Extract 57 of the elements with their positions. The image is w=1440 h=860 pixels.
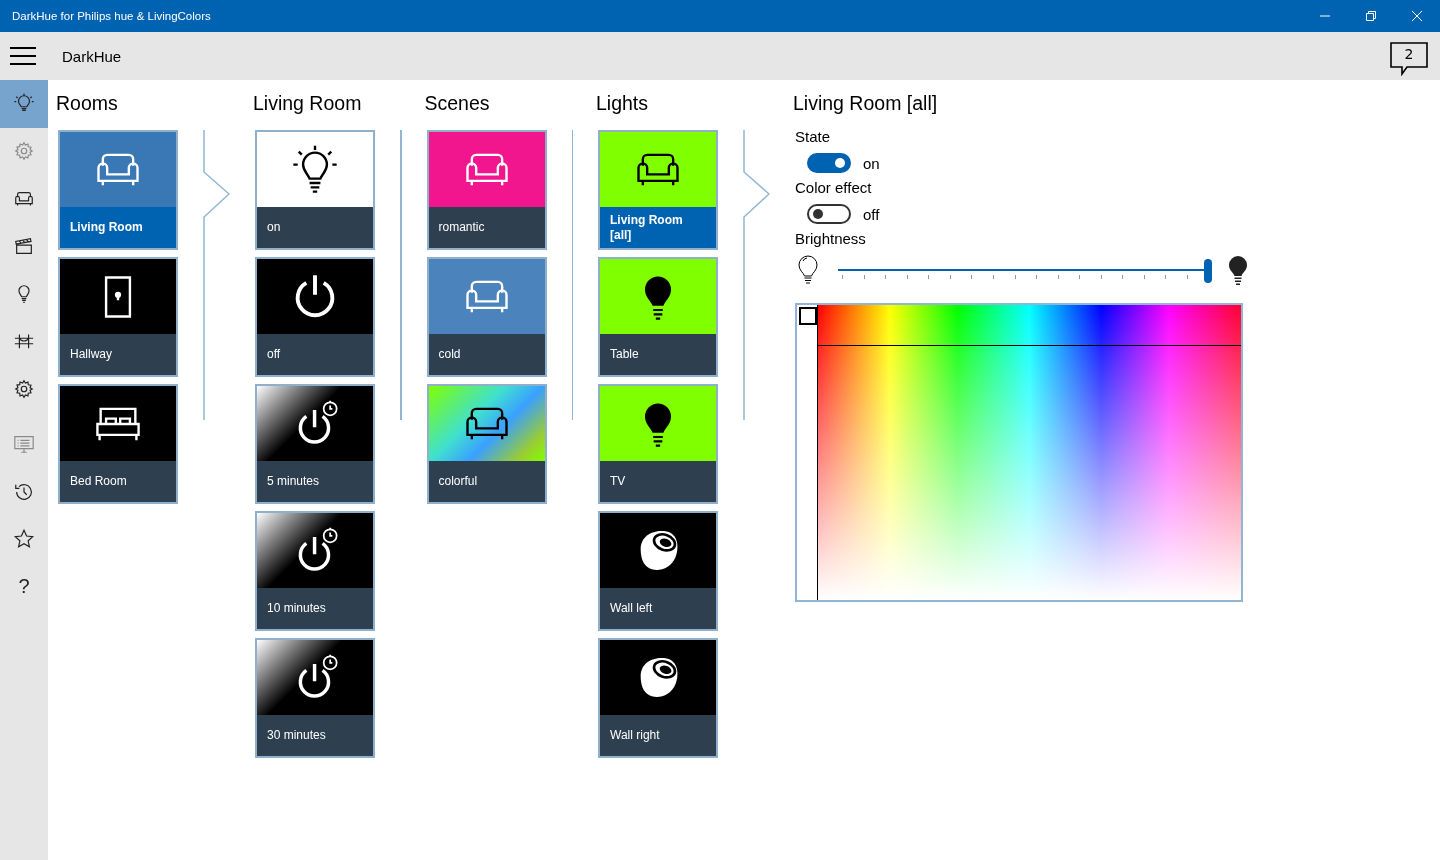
tile-label: 5 minutes <box>267 474 320 489</box>
tile-label: 30 minutes <box>267 728 326 743</box>
tile-label: Wall right <box>610 728 660 743</box>
tile[interactable]: 30 minutes <box>255 638 375 758</box>
tile[interactable]: Bed Room <box>58 384 178 504</box>
tile[interactable]: Wall right <box>598 638 718 758</box>
details-title: Living Room [all] <box>793 92 939 116</box>
tile[interactable]: Living Room <box>58 130 178 250</box>
state-toggle[interactable] <box>807 153 851 173</box>
tile[interactable]: Wall left <box>598 511 718 631</box>
tile-label: Living Room <box>70 220 143 235</box>
column-title: Scenes <box>424 92 491 116</box>
tile[interactable]: 5 minutes <box>255 384 375 504</box>
monitor-list-icon <box>13 433 35 456</box>
tile-label: off <box>267 347 281 362</box>
app-title: DarkHue <box>62 47 123 65</box>
column-title: Rooms <box>56 92 119 116</box>
star-icon <box>13 528 35 551</box>
tile[interactable]: colorful <box>426 384 547 504</box>
tile-label: colorful <box>438 474 478 489</box>
window-title: DarkHue for Philips hue & LivingColors <box>12 10 211 22</box>
tile-label: Bed Room <box>70 474 127 489</box>
toggle-text: off <box>863 205 880 223</box>
field-label: Brightness <box>795 230 867 247</box>
tile-label: romantic <box>438 220 485 235</box>
tile[interactable]: Living Room [all] <box>598 130 718 250</box>
tile[interactable]: cold <box>426 257 547 377</box>
tile[interactable]: romantic <box>426 130 547 250</box>
gear-icon <box>13 140 35 163</box>
tile-label: Living Room [all] <box>610 212 684 243</box>
tile-label: TV <box>610 474 626 489</box>
help-icon: ? <box>18 575 30 599</box>
tile[interactable]: TV <box>598 384 718 504</box>
sidebar-item[interactable]: ? <box>0 563 48 611</box>
light-bulb-filled-icon <box>1228 255 1248 287</box>
tile[interactable]: off <box>255 257 375 377</box>
tile-label: Hallway <box>70 347 112 362</box>
tile-label: Wall left <box>610 601 653 616</box>
tile[interactable]: Table <box>598 257 718 377</box>
field-label: Color effect <box>795 179 873 196</box>
notification-button[interactable]: 2 <box>1390 42 1428 76</box>
tile-label: 10 minutes <box>267 601 326 616</box>
tile[interactable]: on <box>255 130 375 250</box>
tile-label: Table <box>610 347 639 362</box>
tile[interactable]: 10 minutes <box>255 511 375 631</box>
toggle-text: on <box>863 154 880 172</box>
column-title: Lights <box>596 92 650 116</box>
field-label: State <box>795 128 832 145</box>
color-picker[interactable] <box>795 303 1243 602</box>
tile-label: cold <box>438 347 461 362</box>
tile[interactable]: Hallway <box>58 257 178 377</box>
color-effect-toggle[interactable] <box>807 204 851 224</box>
light-bulb-outline-icon <box>798 255 818 287</box>
menu-icon[interactable] <box>10 47 36 65</box>
gear-icon <box>13 377 35 400</box>
column-title: Living Room <box>253 92 363 116</box>
tile-label: on <box>267 220 281 235</box>
